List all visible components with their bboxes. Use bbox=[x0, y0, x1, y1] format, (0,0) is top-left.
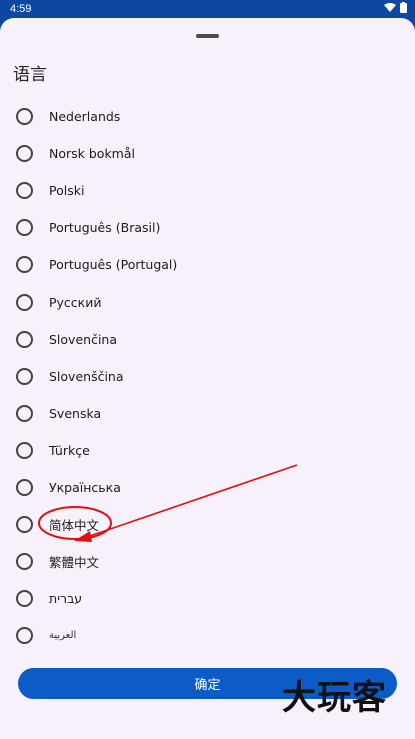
radio-button[interactable] bbox=[16, 516, 33, 534]
language-label: Svenska bbox=[49, 405, 102, 421]
language-label: Українська bbox=[49, 479, 121, 495]
radio-button[interactable] bbox=[16, 441, 33, 459]
language-label: العربية bbox=[49, 630, 77, 642]
language-option[interactable]: Slovenščina bbox=[0, 358, 415, 395]
language-option[interactable]: Polski bbox=[0, 172, 415, 209]
language-label: Norsk bokmål bbox=[49, 146, 135, 162]
radio-button[interactable] bbox=[16, 108, 33, 126]
language-option[interactable]: Slovenčina bbox=[0, 321, 415, 358]
language-label: Nederlands bbox=[49, 109, 121, 125]
language-label: 繁體中文 bbox=[49, 555, 100, 571]
watermark-logo: 大玩客 bbox=[282, 678, 387, 718]
status-icons bbox=[384, 2, 407, 13]
language-option[interactable]: Português (Brasil) bbox=[0, 209, 415, 246]
radio-button[interactable] bbox=[16, 553, 33, 571]
radio-button[interactable] bbox=[16, 293, 33, 311]
dialog-title: 语言 bbox=[13, 65, 47, 85]
radio-button[interactable] bbox=[16, 404, 33, 422]
radio-button[interactable] bbox=[16, 590, 33, 608]
drag-handle[interactable] bbox=[196, 34, 219, 38]
language-label: Português (Brasil) bbox=[49, 220, 161, 236]
language-option[interactable]: Nederlands bbox=[0, 98, 415, 135]
radio-button[interactable] bbox=[16, 478, 33, 496]
status-bar: 4:59 bbox=[0, 0, 415, 18]
language-option[interactable]: 简体中文 bbox=[0, 506, 415, 543]
radio-button[interactable] bbox=[16, 330, 33, 348]
radio-button[interactable] bbox=[16, 256, 33, 274]
language-option[interactable]: العربية bbox=[0, 617, 415, 654]
language-label: 简体中文 bbox=[49, 518, 100, 534]
battery-icon bbox=[400, 2, 407, 13]
language-option[interactable]: 繁體中文 bbox=[0, 543, 415, 580]
language-option[interactable]: Русский bbox=[0, 283, 415, 320]
status-time: 4:59 bbox=[10, 3, 32, 15]
language-option[interactable]: Svenska bbox=[0, 395, 415, 432]
language-label: Polski bbox=[49, 183, 85, 199]
language-option[interactable]: Norsk bokmål bbox=[0, 135, 415, 172]
language-label: Türkçe bbox=[49, 442, 90, 458]
radio-button[interactable] bbox=[16, 145, 33, 163]
language-bottom-sheet: 语言 Nederlands Norsk bokmål Polski Portug… bbox=[0, 18, 415, 739]
wifi-icon bbox=[384, 2, 396, 12]
radio-button[interactable] bbox=[16, 627, 33, 645]
language-option[interactable]: Português (Portugal) bbox=[0, 246, 415, 283]
language-list: Nederlands Norsk bokmål Polski Português… bbox=[0, 98, 415, 654]
radio-button[interactable] bbox=[16, 182, 33, 200]
language-label: Русский bbox=[49, 294, 102, 310]
language-option[interactable]: Українська bbox=[0, 469, 415, 506]
language-label: Português (Portugal) bbox=[49, 257, 178, 273]
language-option[interactable]: עברית bbox=[0, 580, 415, 617]
language-label: Slovenščina bbox=[49, 368, 124, 384]
language-label: Slovenčina bbox=[49, 331, 117, 347]
radio-button[interactable] bbox=[16, 367, 33, 385]
language-option[interactable]: Türkçe bbox=[0, 432, 415, 469]
language-label: עברית bbox=[49, 591, 83, 607]
radio-button[interactable] bbox=[16, 219, 33, 237]
